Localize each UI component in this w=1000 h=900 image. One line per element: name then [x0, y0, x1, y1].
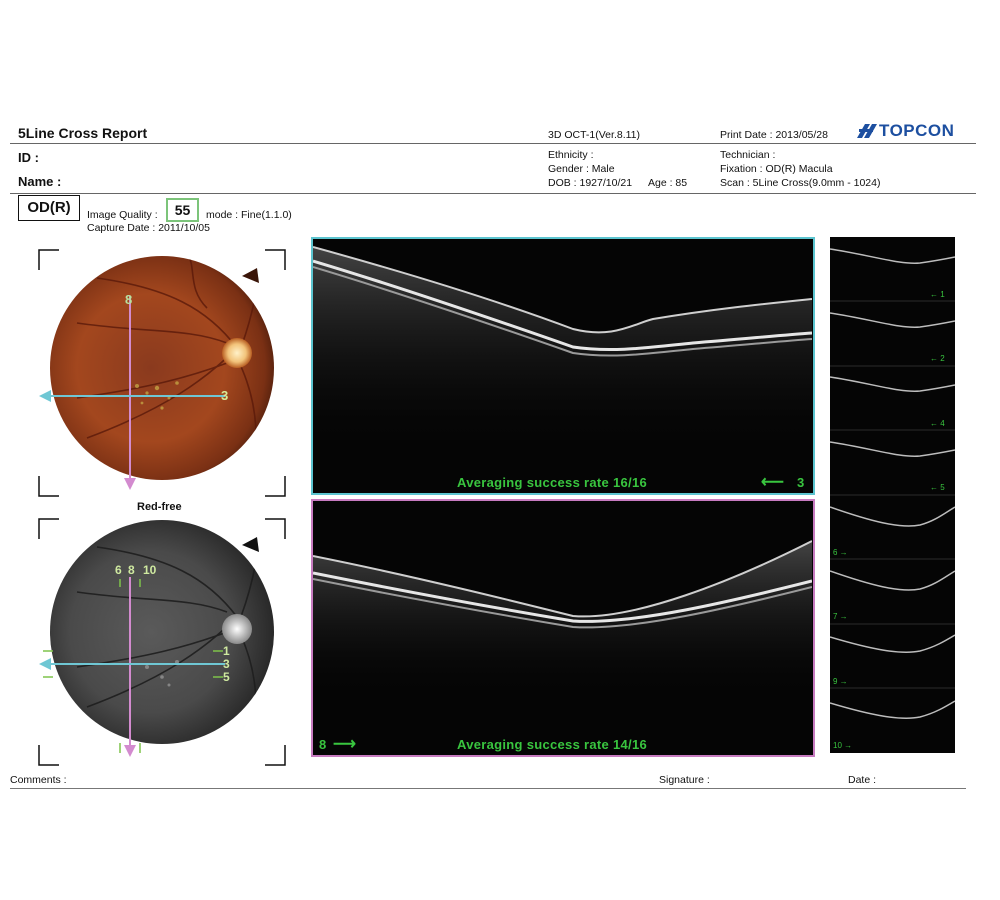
redfree-horizontal-label-3: 3: [223, 657, 230, 671]
redfree-fundus-image: [38, 518, 286, 766]
fixation: Fixation : OD(R) Macula: [720, 163, 833, 175]
oct-top-caption: Averaging success rate 16/16: [457, 475, 648, 490]
ethnicity: Ethnicity :: [548, 149, 594, 161]
oct-top-arrow-icon: ⟵: [761, 474, 785, 491]
thumb-label-2-text: 2: [940, 354, 945, 363]
thumb-label-9-text: 9: [833, 677, 838, 686]
capture-date: Capture Date : 2011/10/05: [87, 222, 210, 234]
redfree-fundus-panel: 6 8 10 1 3 5: [37, 517, 287, 767]
gender: Gender : Male: [548, 163, 615, 175]
oct-bscan-image-8: [313, 540, 812, 691]
comments-label: Comments :: [10, 774, 67, 786]
oct-top-line-number: 3: [797, 475, 805, 490]
eye-badge: OD(R): [18, 195, 80, 221]
redfree-horizontal-label-1: 1: [223, 644, 230, 658]
oct-bottom-arrow-icon: ⟶: [333, 736, 357, 753]
thumb-label-6: 6 →: [833, 548, 848, 557]
brand-text: TOPCON: [879, 121, 955, 140]
color-fundus-image: [38, 249, 286, 497]
oct-bottom-caption: Averaging success rate 14/16: [457, 737, 648, 752]
thumb-label-10-text: 10: [833, 741, 842, 750]
redfree-vertical-label-10: 10: [143, 563, 157, 577]
thumb-label-7: 7 →: [833, 612, 848, 621]
id-label: ID :: [18, 150, 39, 165]
redfree-horizontal-label-5: 5: [223, 670, 230, 684]
thumb-label-5-text: 5: [940, 483, 945, 492]
date-label: Date :: [848, 774, 877, 786]
thumb-label-7-text: 7: [833, 612, 838, 621]
technician: Technician :: [720, 149, 776, 161]
image-quality-label: Image Quality :: [87, 209, 158, 221]
color-vertical-line-label: 8: [125, 292, 133, 307]
color-horizontal-line-label: 3: [221, 388, 229, 403]
header-rule-2: [10, 193, 976, 194]
redfree-vertical-label-6: 6: [115, 563, 122, 577]
thumb-label-4-text: 4: [940, 419, 945, 428]
image-quality-value: 55: [166, 198, 199, 222]
oct-bottom-line-number: 8: [319, 737, 327, 752]
thumbnail-strip: ← 1 ← 2 ← 4 ← 5 6 → 7 → 9 → 10 →: [830, 237, 955, 753]
age: Age : 85: [648, 177, 688, 189]
thumb-label-6-text: 6: [833, 548, 838, 557]
redfree-vertical-label-8: 8: [128, 563, 135, 577]
thumb-label-10: 10 →: [833, 741, 853, 750]
redfree-title: Red-free: [137, 501, 182, 513]
thumb-label-4: ← 4: [930, 419, 945, 428]
signature-label: Signature :: [659, 774, 710, 786]
thumb-label-1-text: 1: [940, 290, 945, 299]
thumbnail-bscans: [830, 248, 955, 719]
scan-type: Scan : 5Line Cross(9.0mm - 1024): [720, 177, 881, 189]
oct-scan-horizontal: Averaging success rate 16/16 ⟵ 3: [311, 237, 815, 495]
thumb-label-5: ← 5: [930, 483, 945, 492]
thumb-label-9: 9 →: [833, 677, 848, 686]
print-date: Print Date : 2013/05/28: [720, 129, 828, 141]
color-fundus-panel: 8 3: [37, 248, 287, 498]
footer-rule: [10, 788, 966, 789]
scan-mode: mode : Fine(1.1.0): [206, 209, 292, 221]
device-version: 3D OCT-1(Ver.8.11): [548, 129, 641, 141]
thumb-label-1: ← 1: [930, 290, 945, 299]
oct-bscan-image-3: [313, 246, 812, 439]
dob: DOB : 1927/10/21: [548, 177, 633, 189]
name-label: Name :: [18, 174, 62, 189]
thumb-label-2: ← 2: [930, 354, 945, 363]
header-rule-1: [10, 143, 976, 144]
report-title: 5Line Cross Report: [18, 125, 148, 141]
oct-scan-vertical: 8 ⟶ Averaging success rate 14/16: [311, 499, 815, 757]
